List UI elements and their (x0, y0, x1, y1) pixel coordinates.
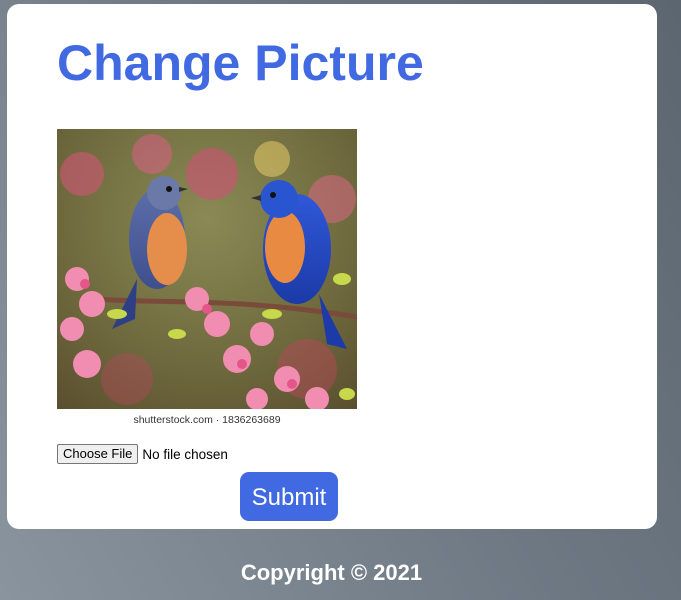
submit-button[interactable]: Submit (240, 472, 338, 521)
bird-photo-icon: shutterstock.com · 1836263689 (57, 129, 357, 429)
image-watermark: shutterstock.com · 1836263689 (133, 414, 280, 426)
page-title: Change Picture (57, 35, 424, 91)
change-picture-card: Change Picture shutterstock.com · 183626… (7, 4, 657, 529)
choose-file-button[interactable]: Choose File (57, 444, 139, 464)
current-picture: shutterstock.com · 1836263689 (57, 129, 357, 429)
file-input[interactable]: Choose File No file chosen (57, 444, 228, 464)
file-status-text: No file chosen (142, 446, 228, 462)
footer-copyright: Copyright © 2021 (240, 560, 423, 585)
